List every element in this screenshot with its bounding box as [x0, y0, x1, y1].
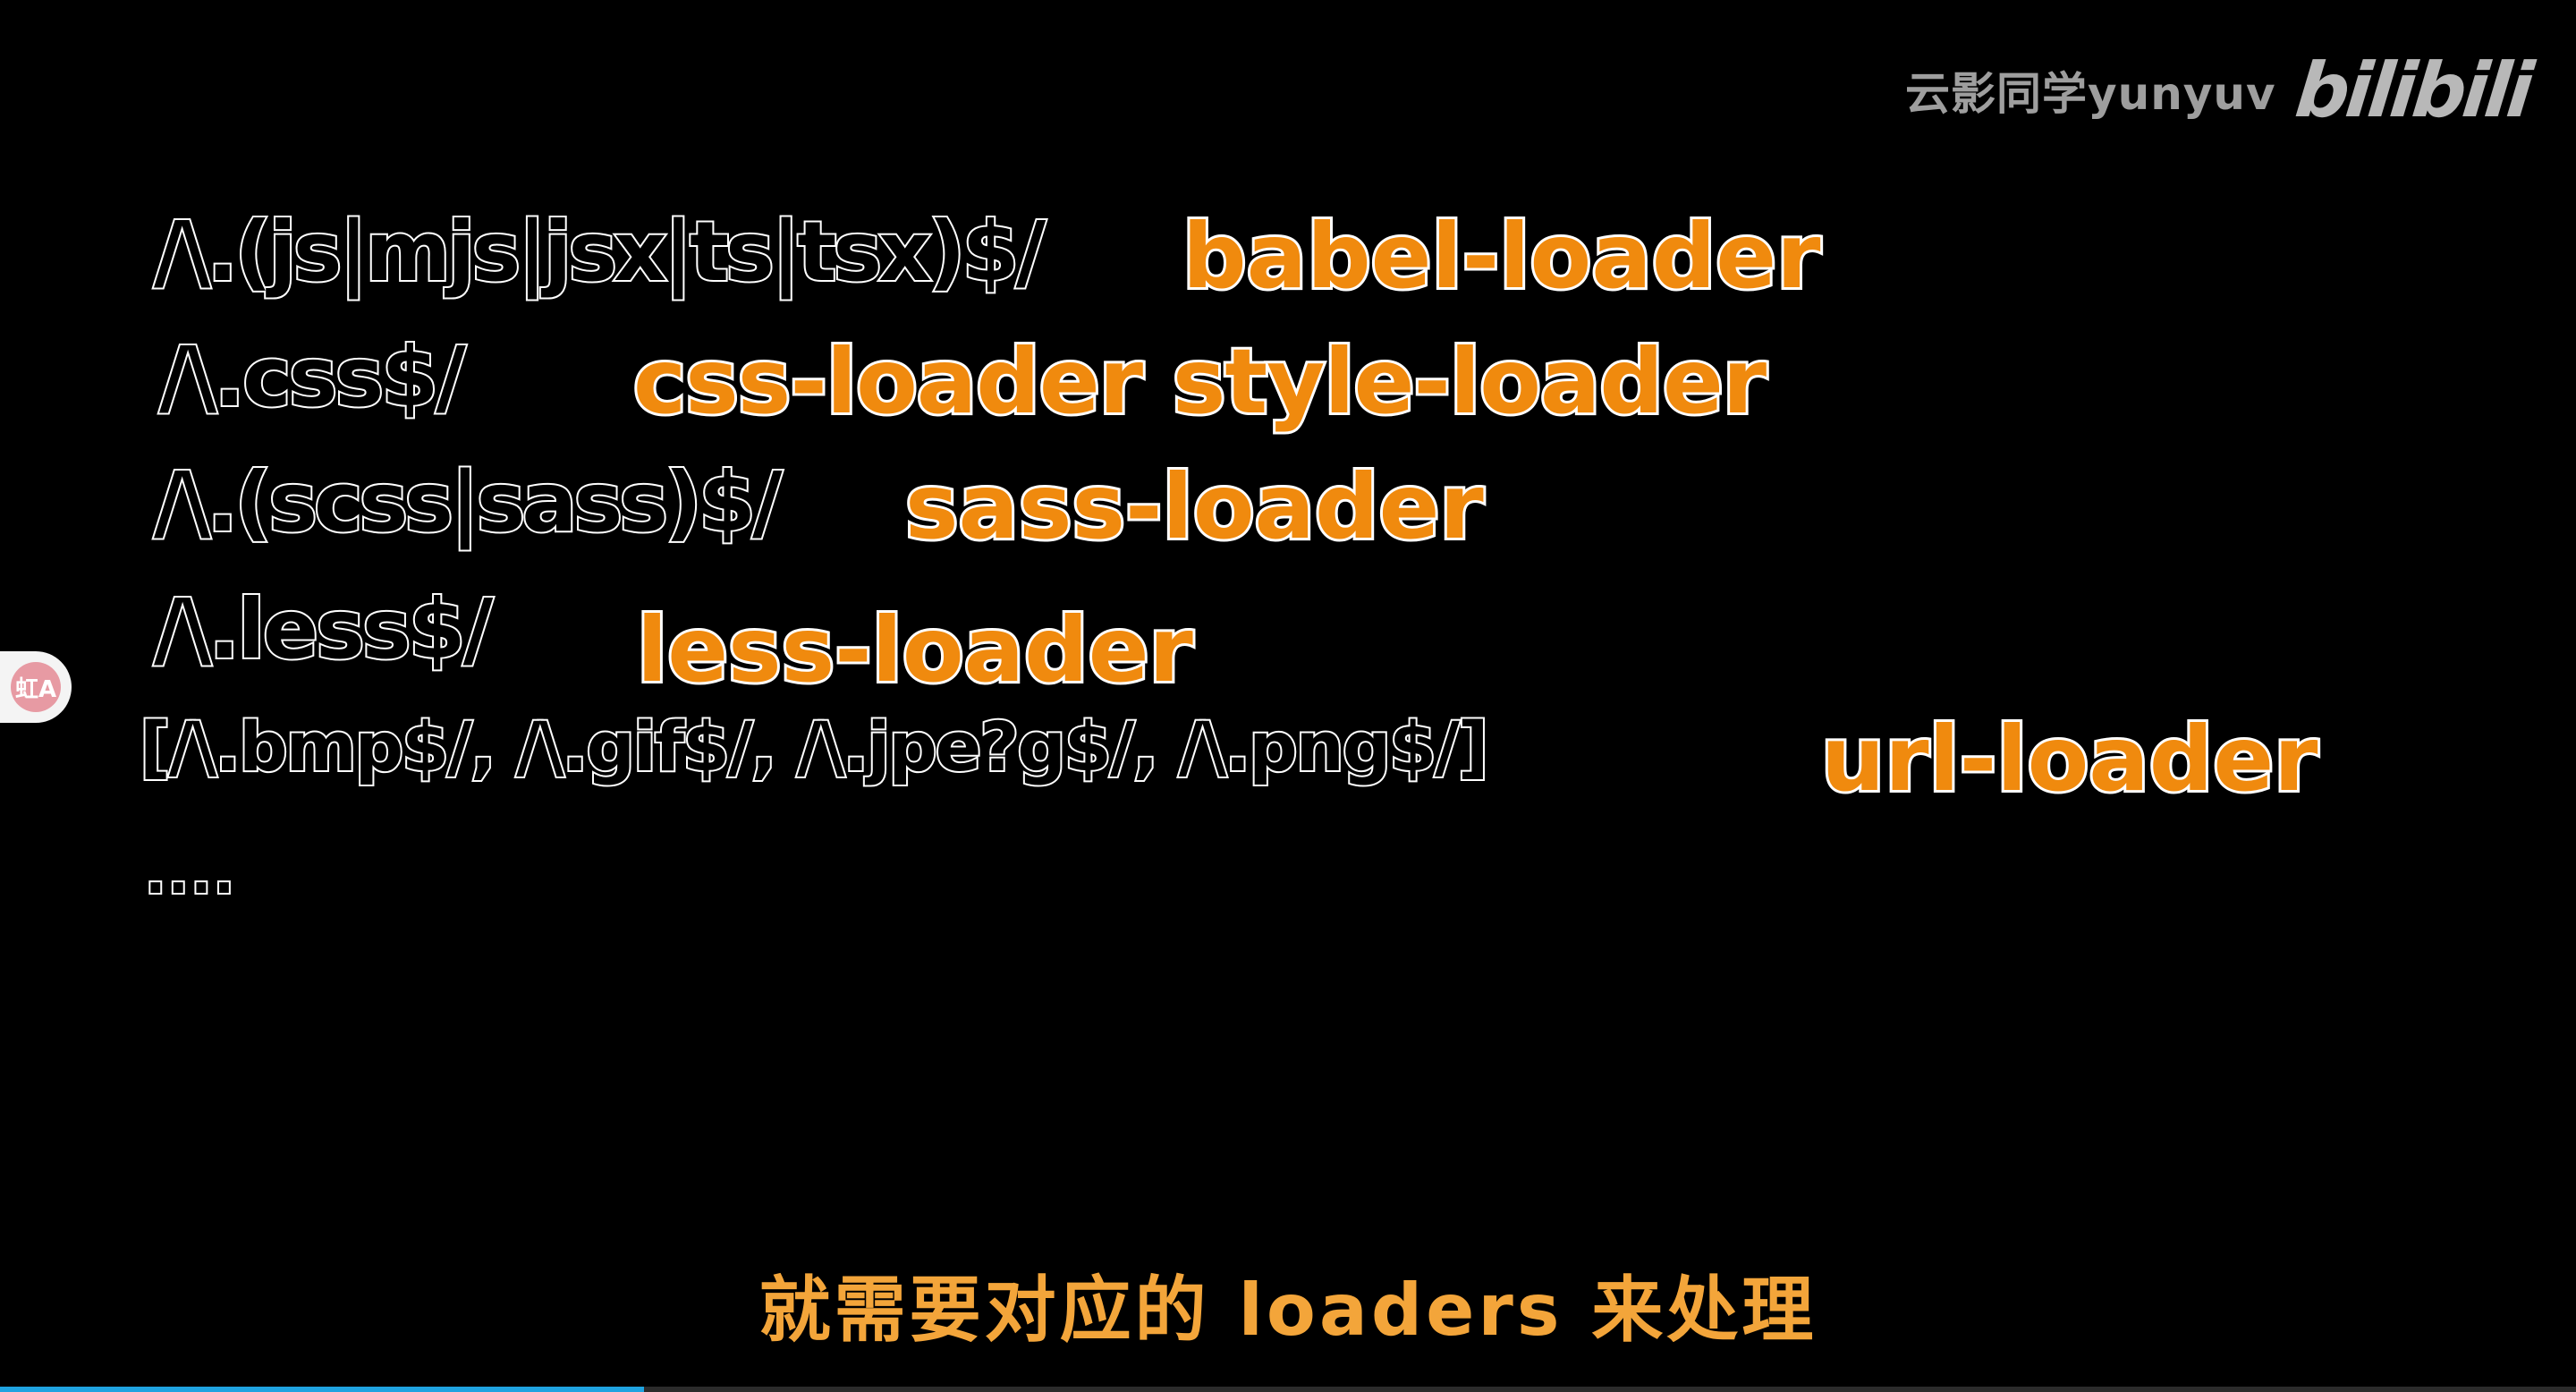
rule-row-css: /\.css$/ css-loader style-loader: [157, 327, 1769, 437]
translate-floating-button[interactable]: 虹A: [0, 651, 72, 723]
rule-pattern: /\.css$/: [157, 327, 468, 427]
subtitle-caption: 就需要对应的 loaders 来处理: [758, 1269, 1818, 1352]
rule-pattern: /\.(scss|sass)$/: [152, 453, 784, 552]
rule-row-sass: /\.(scss|sass)$/ sass-loader: [152, 452, 1487, 562]
translate-icon: 虹A: [11, 662, 61, 712]
watermark-author: 云影同学yunyuv: [1905, 68, 2276, 120]
rule-loader: css-loader style-loader: [631, 327, 1769, 437]
rule-loader: sass-loader: [902, 452, 1487, 562]
video-progress-bar[interactable]: [0, 1387, 2576, 1392]
rule-pattern: /\.less$/: [152, 580, 495, 679]
rule-loader: url-loader: [1818, 704, 2320, 814]
rule-loader: less-loader: [634, 595, 1196, 705]
rule-row-ellipsis: ....: [143, 839, 237, 908]
rule-pattern: [/\.bmp$/, /\.gif$/, /\.jpe?g$/, /\.png$…: [138, 705, 1490, 788]
rule-row-less: /\.less$/ less-loader: [152, 580, 1196, 705]
rule-row-images: [/\.bmp$/, /\.gif$/, /\.jpe?g$/, /\.png$…: [138, 704, 2320, 814]
video-frame: 云影同学yunyuv bilibili /\.(js|mjs|jsx|ts|ts…: [0, 0, 2576, 1392]
bilibili-logo: bilibili: [2291, 47, 2534, 134]
rule-row-js: /\.(js|mjs|jsx|ts|tsx)$/ babel-loader: [152, 201, 1823, 311]
rule-loader: babel-loader: [1180, 201, 1823, 311]
ellipsis-text: ....: [143, 839, 237, 908]
video-progress-fill: [0, 1387, 644, 1392]
rule-pattern: /\.(js|mjs|jsx|ts|tsx)$/: [152, 202, 1047, 301]
watermark: 云影同学yunyuv bilibili: [1905, 47, 2534, 134]
